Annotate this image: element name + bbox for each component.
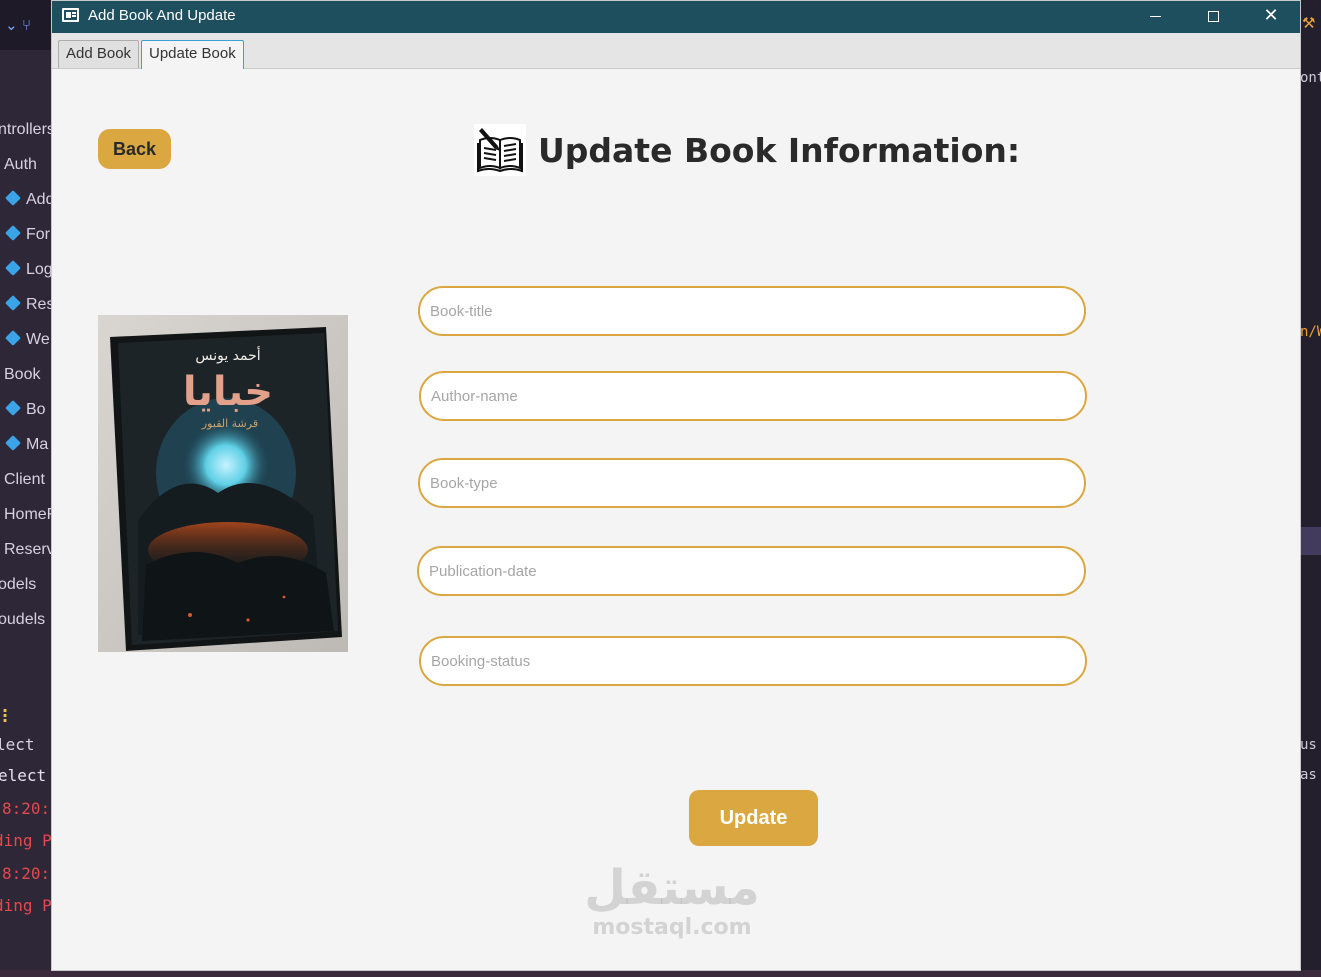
tree-item: ntrollers: [0, 121, 51, 138]
publication-date-input[interactable]: [417, 546, 1086, 596]
minimize-button[interactable]: [1126, 1, 1184, 31]
hammer-icon: ⚒: [1302, 14, 1316, 32]
close-icon: ✕: [1263, 5, 1279, 26]
editor-fragment: as: [1300, 767, 1317, 783]
class-icon: [5, 225, 21, 241]
tree-item: We: [5, 328, 50, 352]
tree-item: Res: [5, 293, 51, 317]
tree-item: Bo: [5, 398, 46, 422]
watermark-arabic: مستقل: [584, 860, 760, 916]
heading-group: Update Book Information:: [474, 122, 1020, 178]
tab-bar: Add Book Update Book: [52, 33, 1300, 69]
terminal-line: ding P: [0, 831, 51, 850]
terminal-line: 8:20:: [2, 864, 51, 883]
terminal-line: lect: [0, 735, 35, 754]
class-icon: [5, 260, 21, 276]
class-icon: [5, 330, 21, 346]
booking-status-input[interactable]: [419, 636, 1087, 686]
app-window: Add Book And Update ✕ Add Book Update Bo…: [51, 0, 1301, 971]
watermark-latin: mostaql.com: [592, 915, 752, 940]
cover-author: أحمد يونس: [195, 346, 260, 364]
maximize-icon: [1207, 10, 1219, 22]
class-icon: [5, 400, 21, 416]
tree-item: Client: [4, 471, 45, 488]
tree-item: Log: [5, 258, 51, 282]
tree-item: Ma: [5, 433, 48, 457]
window-title: Add Book And Update: [88, 7, 236, 24]
window-app-icon: [62, 8, 79, 22]
class-icon: [5, 435, 21, 451]
watermark: مستقل mostaql.com: [572, 860, 772, 940]
book-type-input[interactable]: [418, 458, 1086, 508]
page-title: Update Book Information:: [538, 130, 1021, 170]
chevron-icon: ⌄: [5, 16, 18, 34]
editor-fragment: ont: [1300, 70, 1321, 86]
tab-update-book[interactable]: Update Book: [141, 40, 244, 69]
tree-item: For: [5, 223, 50, 247]
update-book-panel: Back Update Book Information: أحمد يونس …: [52, 70, 1300, 970]
close-button[interactable]: ✕: [1242, 1, 1300, 31]
cover-subtitle: قرشة القبور: [201, 417, 258, 430]
editor-selection: [1300, 527, 1321, 555]
class-icon: [5, 295, 21, 311]
book-title-input[interactable]: [418, 286, 1086, 336]
book-cover-image: أحمد يونس خبايا قرشة القبور: [98, 315, 348, 652]
author-name-input[interactable]: [419, 371, 1087, 421]
tree-item: Book: [4, 366, 41, 383]
terminal-line: ding P: [0, 896, 51, 915]
more-icon: · · ·: [2, 701, 9, 730]
tree-item: Add: [5, 188, 51, 212]
title-bar[interactable]: Add Book And Update ✕: [52, 1, 1300, 33]
update-button[interactable]: Update: [689, 790, 818, 846]
tree-item: oudels: [0, 611, 46, 628]
tab-add-book[interactable]: Add Book: [58, 40, 140, 68]
editor-fragment: us: [1300, 737, 1317, 753]
editor-fragment: n/W: [1300, 324, 1321, 340]
minimize-icon: [1149, 15, 1161, 17]
tree-item: odels: [0, 576, 37, 593]
cover-title: خبايا: [183, 369, 273, 415]
git-branch-icon: ⑂: [22, 16, 32, 34]
class-icon: [5, 190, 21, 206]
maximize-button[interactable]: [1184, 1, 1242, 31]
tree-item: HomeF: [4, 506, 51, 523]
tree-item: Reserv: [4, 541, 51, 558]
open-book-icon: [474, 124, 526, 176]
ide-explorer: ntrollers Auth Add For Log Res We Book B…: [0, 50, 51, 977]
ide-status-strip: [0, 970, 1321, 977]
tree-item: Auth: [4, 156, 37, 173]
back-button[interactable]: Back: [98, 129, 171, 169]
terminal-line: elect: [0, 766, 47, 785]
terminal-line: 8:20:: [2, 799, 51, 818]
ide-right-panel: ⚒ ont n/W us as: [1300, 0, 1321, 977]
